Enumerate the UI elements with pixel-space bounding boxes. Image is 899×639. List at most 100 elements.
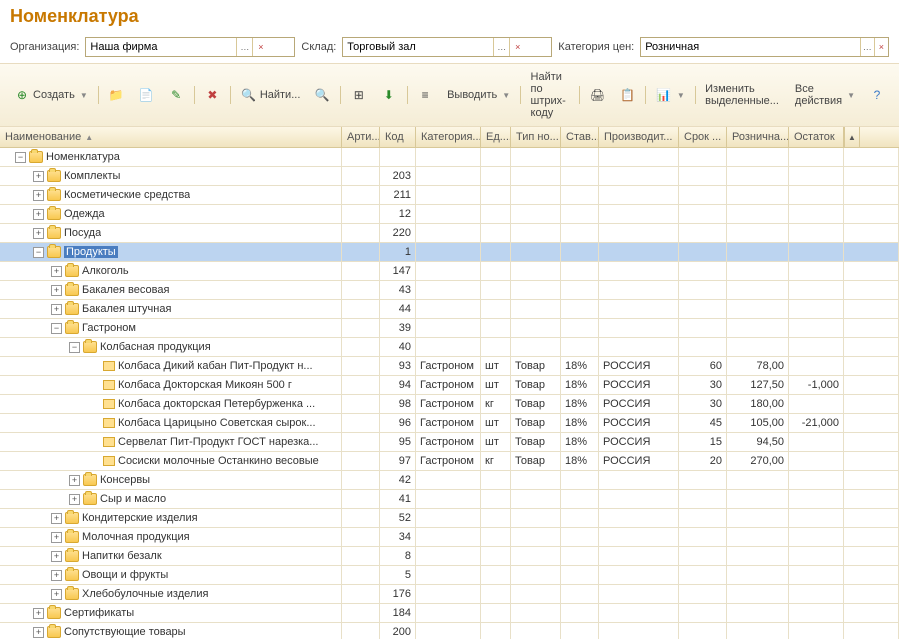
wh-clear-icon[interactable]: × bbox=[509, 38, 525, 56]
table-row[interactable]: Колбаса Царицыно Советская сырок...96Гас… bbox=[0, 414, 899, 433]
expand-icon[interactable]: + bbox=[51, 551, 62, 562]
col-vat[interactable]: Став... bbox=[561, 127, 599, 147]
pc-field[interactable] bbox=[641, 38, 859, 56]
row-name: Посуда bbox=[64, 227, 101, 239]
view-button[interactable]: ≡ bbox=[411, 84, 439, 106]
table-row[interactable]: +Кондитерские изделия52 bbox=[0, 509, 899, 528]
table-row[interactable]: Сервелат Пит-Продукт ГОСТ нарезка...95Га… bbox=[0, 433, 899, 452]
table-row[interactable]: +Консервы42 bbox=[0, 471, 899, 490]
table-row[interactable]: +Хлебобулочные изделия176 bbox=[0, 585, 899, 604]
all-actions-button[interactable]: Все действия▼ bbox=[789, 80, 861, 110]
org-field[interactable] bbox=[86, 38, 236, 56]
col-shelf[interactable]: Срок ... bbox=[679, 127, 727, 147]
table-row[interactable]: −Продукты1 bbox=[0, 243, 899, 262]
table-row[interactable]: Сосиски молочные Останкино весовые97Гаст… bbox=[0, 452, 899, 471]
scroll-up[interactable]: ▲ bbox=[844, 127, 860, 147]
folder-icon bbox=[65, 531, 79, 543]
delete-button[interactable]: ✖ bbox=[198, 84, 226, 106]
table-row[interactable]: +Сертификаты184 bbox=[0, 604, 899, 623]
table-row[interactable]: +Посуда220 bbox=[0, 224, 899, 243]
tree-button[interactable]: ⊞ bbox=[345, 84, 373, 106]
expand-icon[interactable]: + bbox=[69, 475, 80, 486]
expand-icon[interactable]: + bbox=[51, 285, 62, 296]
collapse-icon[interactable]: − bbox=[33, 247, 44, 258]
collapse-icon[interactable]: − bbox=[51, 323, 62, 334]
pc-select-icon[interactable]: … bbox=[860, 38, 874, 56]
grid[interactable]: Наименование Арти... Код Категория... Ед… bbox=[0, 127, 899, 639]
col-balance[interactable]: Остаток bbox=[789, 127, 844, 147]
table-row[interactable]: +Алкоголь147 bbox=[0, 262, 899, 281]
col-mfr[interactable]: Производит... bbox=[599, 127, 679, 147]
wh-field[interactable] bbox=[343, 38, 493, 56]
table-row[interactable]: +Напитки безалк8 bbox=[0, 547, 899, 566]
org-clear-icon[interactable]: × bbox=[252, 38, 268, 56]
delete-icon: ✖ bbox=[204, 87, 220, 103]
print-button[interactable]: 🖨 bbox=[583, 84, 611, 106]
col-article[interactable]: Арти... bbox=[342, 127, 380, 147]
org-input[interactable]: … × bbox=[85, 37, 295, 57]
expand-icon[interactable]: + bbox=[69, 494, 80, 505]
row-name: Комплекты bbox=[64, 170, 120, 182]
table-row[interactable]: +Овощи и фрукты5 bbox=[0, 566, 899, 585]
row-name: Продукты bbox=[64, 246, 118, 258]
table-row[interactable]: +Одежда12 bbox=[0, 205, 899, 224]
expand-icon[interactable]: + bbox=[33, 209, 44, 220]
expand-icon[interactable]: + bbox=[33, 608, 44, 619]
col-unit[interactable]: Ед.... bbox=[481, 127, 511, 147]
col-code[interactable]: Код bbox=[380, 127, 416, 147]
expand-icon[interactable]: + bbox=[33, 627, 44, 638]
expand-icon[interactable]: + bbox=[51, 589, 62, 600]
barcode-button[interactable]: Найти по штрих-коду bbox=[525, 68, 576, 122]
expand-icon[interactable]: + bbox=[51, 304, 62, 315]
pc-input[interactable]: … × bbox=[640, 37, 889, 57]
org-select-icon[interactable]: … bbox=[236, 38, 252, 56]
table-row[interactable]: +Сыр и масло41 bbox=[0, 490, 899, 509]
col-price[interactable]: Рознична... bbox=[727, 127, 789, 147]
wh-input[interactable]: … × bbox=[342, 37, 552, 57]
row-name: Номенклатура bbox=[46, 151, 120, 163]
table-row[interactable]: −Гастроном39 bbox=[0, 319, 899, 338]
row-name: Овощи и фрукты bbox=[82, 569, 168, 581]
col-category[interactable]: Категория... bbox=[416, 127, 481, 147]
edit-button[interactable]: ✎ bbox=[162, 84, 190, 106]
help-button[interactable]: ? bbox=[863, 84, 891, 106]
export-button[interactable]: 📋 bbox=[613, 84, 641, 106]
new-folder-button[interactable]: 📁 bbox=[102, 84, 130, 106]
table-row[interactable]: Колбаса Дикий кабан Пит-Продукт н...93Га… bbox=[0, 357, 899, 376]
collapse-icon[interactable]: − bbox=[69, 342, 80, 353]
wh-select-icon[interactable]: … bbox=[493, 38, 509, 56]
expand-icon[interactable]: + bbox=[33, 171, 44, 182]
chart-button[interactable]: 📊▼ bbox=[650, 84, 691, 106]
expand-icon[interactable]: + bbox=[51, 266, 62, 277]
table-row[interactable]: +Бакалея весовая43 bbox=[0, 281, 899, 300]
table-row[interactable]: +Молочная продукция34 bbox=[0, 528, 899, 547]
table-row[interactable]: Колбаса Докторская Микоян 500 г94Гастрон… bbox=[0, 376, 899, 395]
table-row[interactable]: +Сопутствующие товары200 bbox=[0, 623, 899, 639]
collapse-icon[interactable]: − bbox=[15, 152, 26, 163]
table-row[interactable]: Колбаса докторская Петербурженка ...98Га… bbox=[0, 395, 899, 414]
pc-clear-icon[interactable]: × bbox=[874, 38, 888, 56]
table-row[interactable]: − Номенклатура bbox=[0, 148, 899, 167]
move-down-button[interactable]: ⬇ bbox=[375, 84, 403, 106]
folder-icon bbox=[47, 208, 61, 220]
table-row[interactable]: +Комплекты203 bbox=[0, 167, 899, 186]
expand-icon[interactable]: + bbox=[33, 228, 44, 239]
copy-button[interactable]: 📄 bbox=[132, 84, 160, 106]
output-button[interactable]: Выводить▼ bbox=[441, 86, 516, 104]
col-name[interactable]: Наименование bbox=[0, 127, 342, 147]
create-button[interactable]: ⊕Создать▼ bbox=[8, 84, 94, 106]
row-name: Косметические средства bbox=[64, 189, 190, 201]
filter-bar: Организация: … × Склад: … × Категория це… bbox=[0, 35, 899, 63]
clear-find-button[interactable]: 🔍 bbox=[308, 84, 336, 106]
row-name: Колбаса Докторская Микоян 500 г bbox=[118, 379, 292, 391]
col-type[interactable]: Тип но... bbox=[511, 127, 561, 147]
table-row[interactable]: +Бакалея штучная44 bbox=[0, 300, 899, 319]
expand-icon[interactable]: + bbox=[51, 513, 62, 524]
expand-icon[interactable]: + bbox=[51, 532, 62, 543]
expand-icon[interactable]: + bbox=[33, 190, 44, 201]
table-row[interactable]: −Колбасная продукция40 bbox=[0, 338, 899, 357]
find-button[interactable]: 🔍Найти... bbox=[235, 84, 307, 106]
change-sel-button[interactable]: Изменить выделенные... bbox=[699, 80, 785, 110]
table-row[interactable]: +Косметические средства211 bbox=[0, 186, 899, 205]
expand-icon[interactable]: + bbox=[51, 570, 62, 581]
